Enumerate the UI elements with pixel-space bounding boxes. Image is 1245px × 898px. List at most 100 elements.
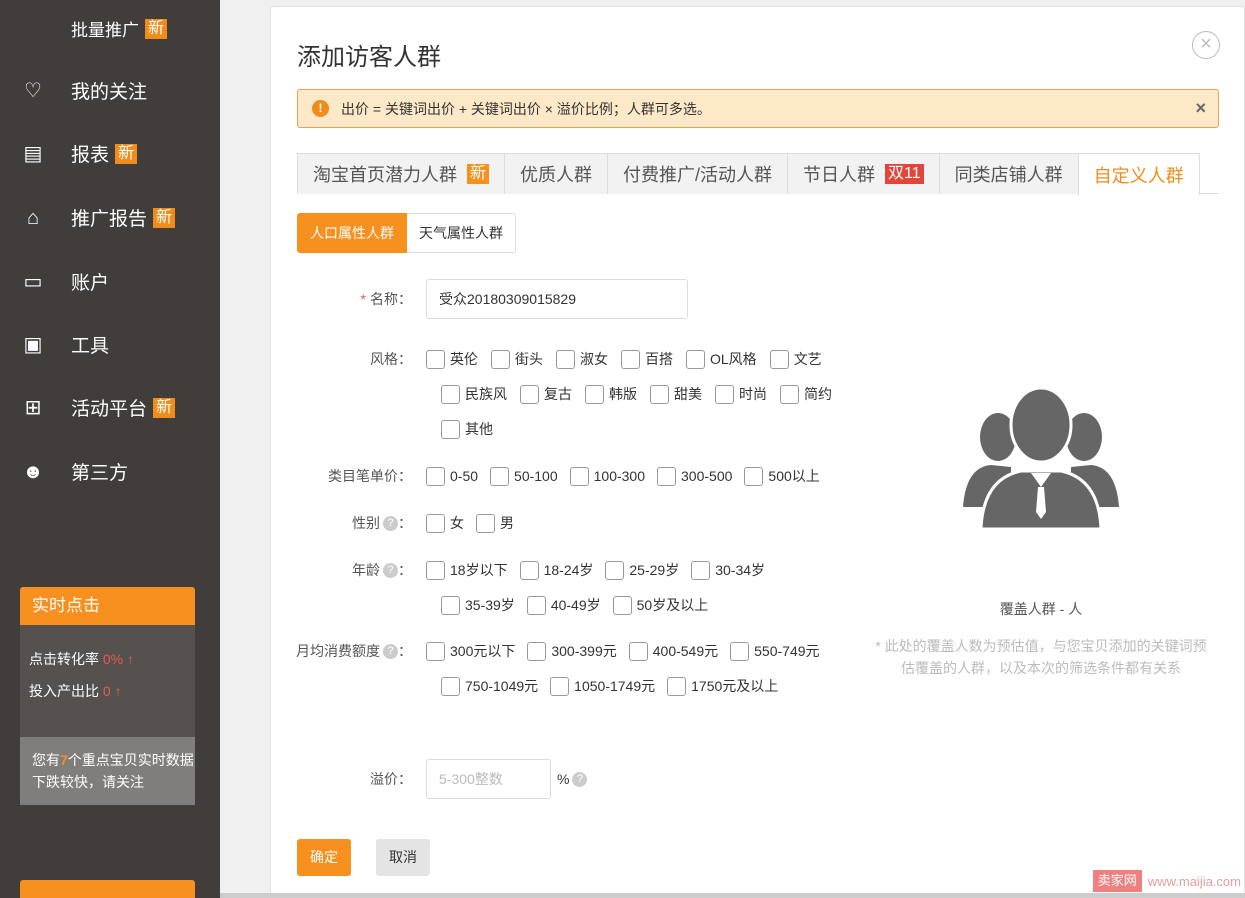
tab[interactable]: 自定义人群 bbox=[1077, 153, 1200, 195]
tab[interactable]: 淘宝首页潜力人群新 bbox=[297, 153, 506, 194]
checkbox-icon[interactable] bbox=[657, 466, 677, 486]
help-icon[interactable]: ? bbox=[572, 771, 588, 787]
sidebar-item[interactable]: ♡ 我的关注 bbox=[20, 77, 147, 104]
help-icon[interactable]: ? bbox=[383, 562, 398, 578]
checkbox-icon[interactable] bbox=[769, 349, 789, 369]
option-checkbox[interactable]: 民族风 bbox=[441, 384, 507, 404]
option-checkbox[interactable]: 25-29岁 bbox=[605, 560, 679, 580]
checkbox-icon[interactable] bbox=[426, 513, 445, 533]
tab[interactable]: 优质人群 bbox=[504, 153, 609, 194]
option-checkbox[interactable]: 550-749元 bbox=[730, 641, 820, 661]
sidebar-item[interactable]: ▭ 账户 bbox=[20, 268, 109, 295]
subtab-weather[interactable]: 天气属性人群 bbox=[407, 213, 516, 253]
help-icon[interactable]: ? bbox=[383, 515, 398, 531]
checkbox-icon[interactable] bbox=[730, 641, 750, 661]
option-checkbox[interactable]: 500以上 bbox=[744, 466, 820, 486]
checkbox-icon[interactable] bbox=[519, 560, 539, 580]
checkbox-icon[interactable] bbox=[556, 349, 575, 369]
checkbox-icon[interactable] bbox=[426, 641, 445, 661]
checkbox-icon[interactable] bbox=[780, 384, 799, 404]
sidebar-item[interactable]: ⌂ 推广报告新 bbox=[20, 204, 176, 231]
alert-close-icon[interactable]: × bbox=[1195, 98, 1206, 119]
checkbox-icon[interactable] bbox=[667, 676, 687, 696]
option-checkbox[interactable]: 复古 bbox=[520, 384, 572, 404]
checkbox-icon[interactable] bbox=[628, 641, 648, 661]
sidebar-item[interactable]: ⊞ 活动平台新 bbox=[20, 394, 176, 421]
tab[interactable]: 节日人群 双11 bbox=[787, 153, 940, 194]
option-checkbox[interactable]: 100-300 bbox=[569, 466, 645, 486]
checkbox-icon[interactable] bbox=[426, 349, 445, 369]
checkbox-icon[interactable] bbox=[520, 384, 539, 404]
tab[interactable]: 付费推广/活动人群 bbox=[607, 153, 789, 194]
horizontal-scrollbar[interactable] bbox=[220, 893, 1245, 898]
checkbox-icon[interactable] bbox=[441, 676, 460, 696]
option-checkbox[interactable]: 300-500 bbox=[657, 466, 732, 486]
option-checkbox[interactable]: OL风格 bbox=[686, 349, 757, 369]
sidebar-item[interactable]: ☻ 第三方 bbox=[20, 458, 128, 485]
checkbox-icon[interactable] bbox=[691, 560, 711, 580]
checkbox-icon[interactable] bbox=[569, 466, 589, 486]
checkbox-icon[interactable] bbox=[550, 676, 570, 696]
option-checkbox[interactable]: 35-39岁 bbox=[441, 595, 515, 615]
premium-input[interactable]: 5-300整数 bbox=[426, 759, 551, 799]
option-checkbox[interactable]: 百搭 bbox=[621, 349, 673, 369]
option-checkbox[interactable]: 0-50 bbox=[426, 466, 478, 486]
option-checkbox[interactable]: 30-34岁 bbox=[691, 560, 765, 580]
checkbox-icon[interactable] bbox=[605, 560, 625, 580]
option-checkbox[interactable]: 女 bbox=[426, 513, 464, 533]
option-checkbox[interactable]: 男 bbox=[476, 513, 514, 533]
option-checkbox[interactable]: 300-399元 bbox=[527, 641, 617, 661]
checkbox-icon[interactable] bbox=[490, 466, 510, 486]
subtab-demographic[interactable]: 人口属性人群 bbox=[297, 213, 407, 253]
realtime-notice[interactable]: 您有7个重点宝贝实时数据下跌较快，请关注 bbox=[20, 737, 195, 805]
option-checkbox[interactable]: 时尚 bbox=[715, 384, 767, 404]
option-checkbox[interactable]: 750-1049元 bbox=[441, 676, 538, 696]
option-checkbox[interactable]: 淑女 bbox=[556, 349, 608, 369]
checkbox-icon[interactable] bbox=[441, 595, 460, 615]
checkbox-icon[interactable] bbox=[441, 384, 460, 404]
tab[interactable]: 同类店铺人群 bbox=[938, 153, 1079, 194]
option-checkbox[interactable]: 50-100 bbox=[490, 466, 558, 486]
checkbox-icon[interactable] bbox=[527, 641, 547, 661]
sidebar-item[interactable]: 批量推广新 bbox=[20, 16, 168, 41]
sidebar-item[interactable]: ▣ 工具 bbox=[20, 331, 109, 358]
option-checkbox[interactable]: 英伦 bbox=[426, 349, 478, 369]
label-text: 风格： bbox=[370, 351, 412, 367]
name-input[interactable]: 受众20180309015829 bbox=[426, 279, 688, 319]
option-checkbox[interactable]: 文艺 bbox=[769, 349, 822, 369]
option-checkbox[interactable]: 18岁以下 bbox=[426, 560, 508, 580]
checkbox-icon[interactable] bbox=[621, 349, 640, 369]
option-checkbox[interactable]: 街头 bbox=[491, 349, 543, 369]
option-checkbox[interactable]: 50岁及以上 bbox=[612, 595, 708, 615]
option-checkbox[interactable]: 甜美 bbox=[650, 384, 702, 404]
checkbox-icon[interactable] bbox=[426, 560, 445, 580]
option-checkbox[interactable]: 300元以下 bbox=[426, 641, 515, 661]
checkbox-icon[interactable] bbox=[491, 349, 510, 369]
required-mark: * bbox=[360, 291, 366, 307]
option-checkbox[interactable]: 1750元及以上 bbox=[667, 676, 778, 696]
checkbox-icon[interactable] bbox=[612, 595, 632, 615]
option-checkbox[interactable]: 其他 bbox=[441, 419, 493, 439]
option-checkbox[interactable]: 18-24岁 bbox=[519, 560, 593, 580]
help-icon[interactable]: ? bbox=[383, 643, 398, 659]
option-checkbox[interactable]: 1050-1749元 bbox=[550, 676, 655, 696]
option-checkbox[interactable]: 40-49岁 bbox=[526, 595, 601, 615]
checkbox-icon[interactable] bbox=[715, 384, 734, 404]
tab-label: 自定义人群 bbox=[1093, 165, 1184, 186]
close-icon[interactable]: × bbox=[1192, 31, 1220, 59]
checkbox-icon[interactable] bbox=[526, 595, 546, 615]
checkbox-icon[interactable] bbox=[686, 349, 705, 369]
confirm-button[interactable]: 确定 bbox=[297, 839, 351, 876]
checkbox-icon[interactable] bbox=[441, 419, 460, 439]
checkbox-icon[interactable] bbox=[426, 466, 445, 486]
checkbox-icon[interactable] bbox=[585, 384, 604, 404]
option-checkbox[interactable]: 韩版 bbox=[585, 384, 637, 404]
checkbox-icon[interactable] bbox=[650, 384, 669, 404]
checkbox-icon[interactable] bbox=[744, 466, 764, 486]
option-checkbox[interactable]: 400-549元 bbox=[628, 641, 718, 661]
option-checkbox[interactable]: 简约 bbox=[780, 384, 832, 404]
realtime-panel: 实时点击 点击转化率 0% ↑ 投入产出比 0 ↑ 您有7个重点宝贝实时数据下跌… bbox=[20, 587, 195, 805]
cancel-button[interactable]: 取消 bbox=[376, 839, 430, 876]
checkbox-icon[interactable] bbox=[476, 513, 495, 533]
sidebar-item[interactable]: ▤ 报表新 bbox=[20, 140, 138, 167]
